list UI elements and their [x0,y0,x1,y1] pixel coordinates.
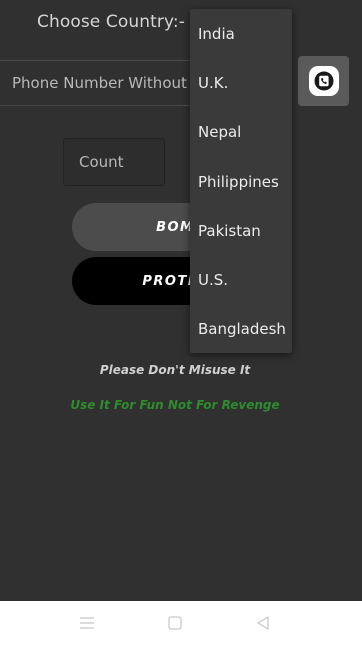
back-triangle-icon[interactable] [253,613,273,633]
contact-phone-icon [308,66,339,96]
count-input[interactable] [64,139,164,185]
misuse-warning-text: Please Don't Misuse It [99,363,251,377]
dropdown-option-india[interactable]: India [190,9,292,58]
system-navigation-bar [0,601,362,646]
dropdown-option-philippines[interactable]: Philippines [190,157,292,206]
dropdown-option-nepal[interactable]: Nepal [190,108,292,157]
menu-icon[interactable] [77,613,97,633]
dropdown-option-us[interactable]: U.S. [190,255,292,304]
dropdown-option-pakistan[interactable]: Pakistan [190,206,292,255]
count-field[interactable] [63,138,165,186]
contact-picker-button[interactable] [298,56,349,106]
choose-country-label: Choose Country:- [37,12,185,32]
dropdown-option-uk[interactable]: U.K. [190,58,292,107]
app-screen: Choose Country:- BOMB PROTECT Please Don… [0,0,362,601]
fun-not-revenge-text: Use It For Fun Not For Revenge [70,398,280,412]
dropdown-option-bangladesh[interactable]: Bangladesh [190,305,292,353]
country-dropdown-menu: India U.K. Nepal Philippines Pakistan U.… [190,9,292,353]
home-square-icon[interactable] [165,613,185,633]
